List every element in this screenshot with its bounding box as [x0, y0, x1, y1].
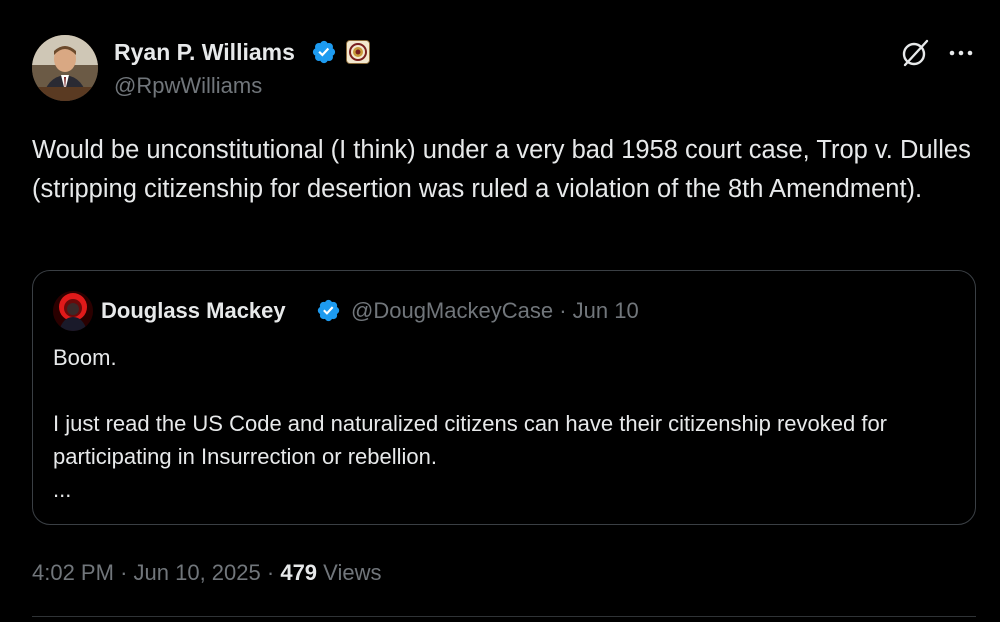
views-count: 479	[280, 560, 318, 585]
quoted-separator: ·	[559, 298, 567, 323]
more-icon[interactable]	[946, 40, 976, 66]
meta-separator: ·	[120, 560, 128, 585]
tweet-time[interactable]: 4:02 PM	[32, 560, 114, 585]
tweet-text: Would be unconstitutional (I think) unde…	[32, 136, 971, 203]
quoted-tweet-card[interactable]: Douglass Mackey @DougMackeyCase · Jun 10…	[32, 270, 976, 525]
divider	[32, 616, 976, 617]
tweet-meta: 4:02 PM · Jun 10, 2025 · 479 Views	[32, 558, 381, 588]
quoted-text-line: I just read the US Code and naturalized …	[53, 411, 888, 469]
quoted-handle[interactable]: @DougMackeyCase	[351, 298, 553, 323]
author-avatar-image	[32, 35, 98, 101]
quoted-avatar-image	[53, 291, 93, 331]
quoted-text-gap	[53, 374, 953, 407]
quoted-author-name[interactable]: Douglass Mackey	[101, 297, 286, 325]
author-handle[interactable]: @RpwWilliams	[114, 72, 262, 100]
quoted-tweet-text: Boom. I just read the US Code and natura…	[53, 341, 953, 506]
meta-separator: ·	[266, 560, 275, 585]
author-avatar[interactable]	[32, 35, 98, 101]
views-label: Views	[323, 560, 382, 585]
tweet-date[interactable]: Jun 10, 2025	[134, 560, 261, 585]
quoted-text-line: Boom.	[53, 345, 117, 370]
tweet: Ryan P. Williams @RpwWilliams Would be u…	[0, 0, 1000, 622]
affiliation-badge-icon[interactable]	[346, 40, 370, 64]
author-name[interactable]: Ryan P. Williams	[114, 37, 295, 67]
quoted-verified-badge-icon[interactable]	[316, 298, 341, 323]
quoted-meta: @DougMackeyCase · Jun 10	[351, 297, 639, 325]
verified-badge-icon[interactable]	[311, 39, 337, 65]
quoted-date[interactable]: Jun 10	[573, 298, 639, 323]
grok-icon[interactable]	[900, 38, 930, 68]
quoted-author-avatar[interactable]	[53, 291, 93, 331]
affiliation-seal-icon	[347, 41, 369, 63]
quoted-text-ellipsis: ...	[53, 477, 72, 502]
